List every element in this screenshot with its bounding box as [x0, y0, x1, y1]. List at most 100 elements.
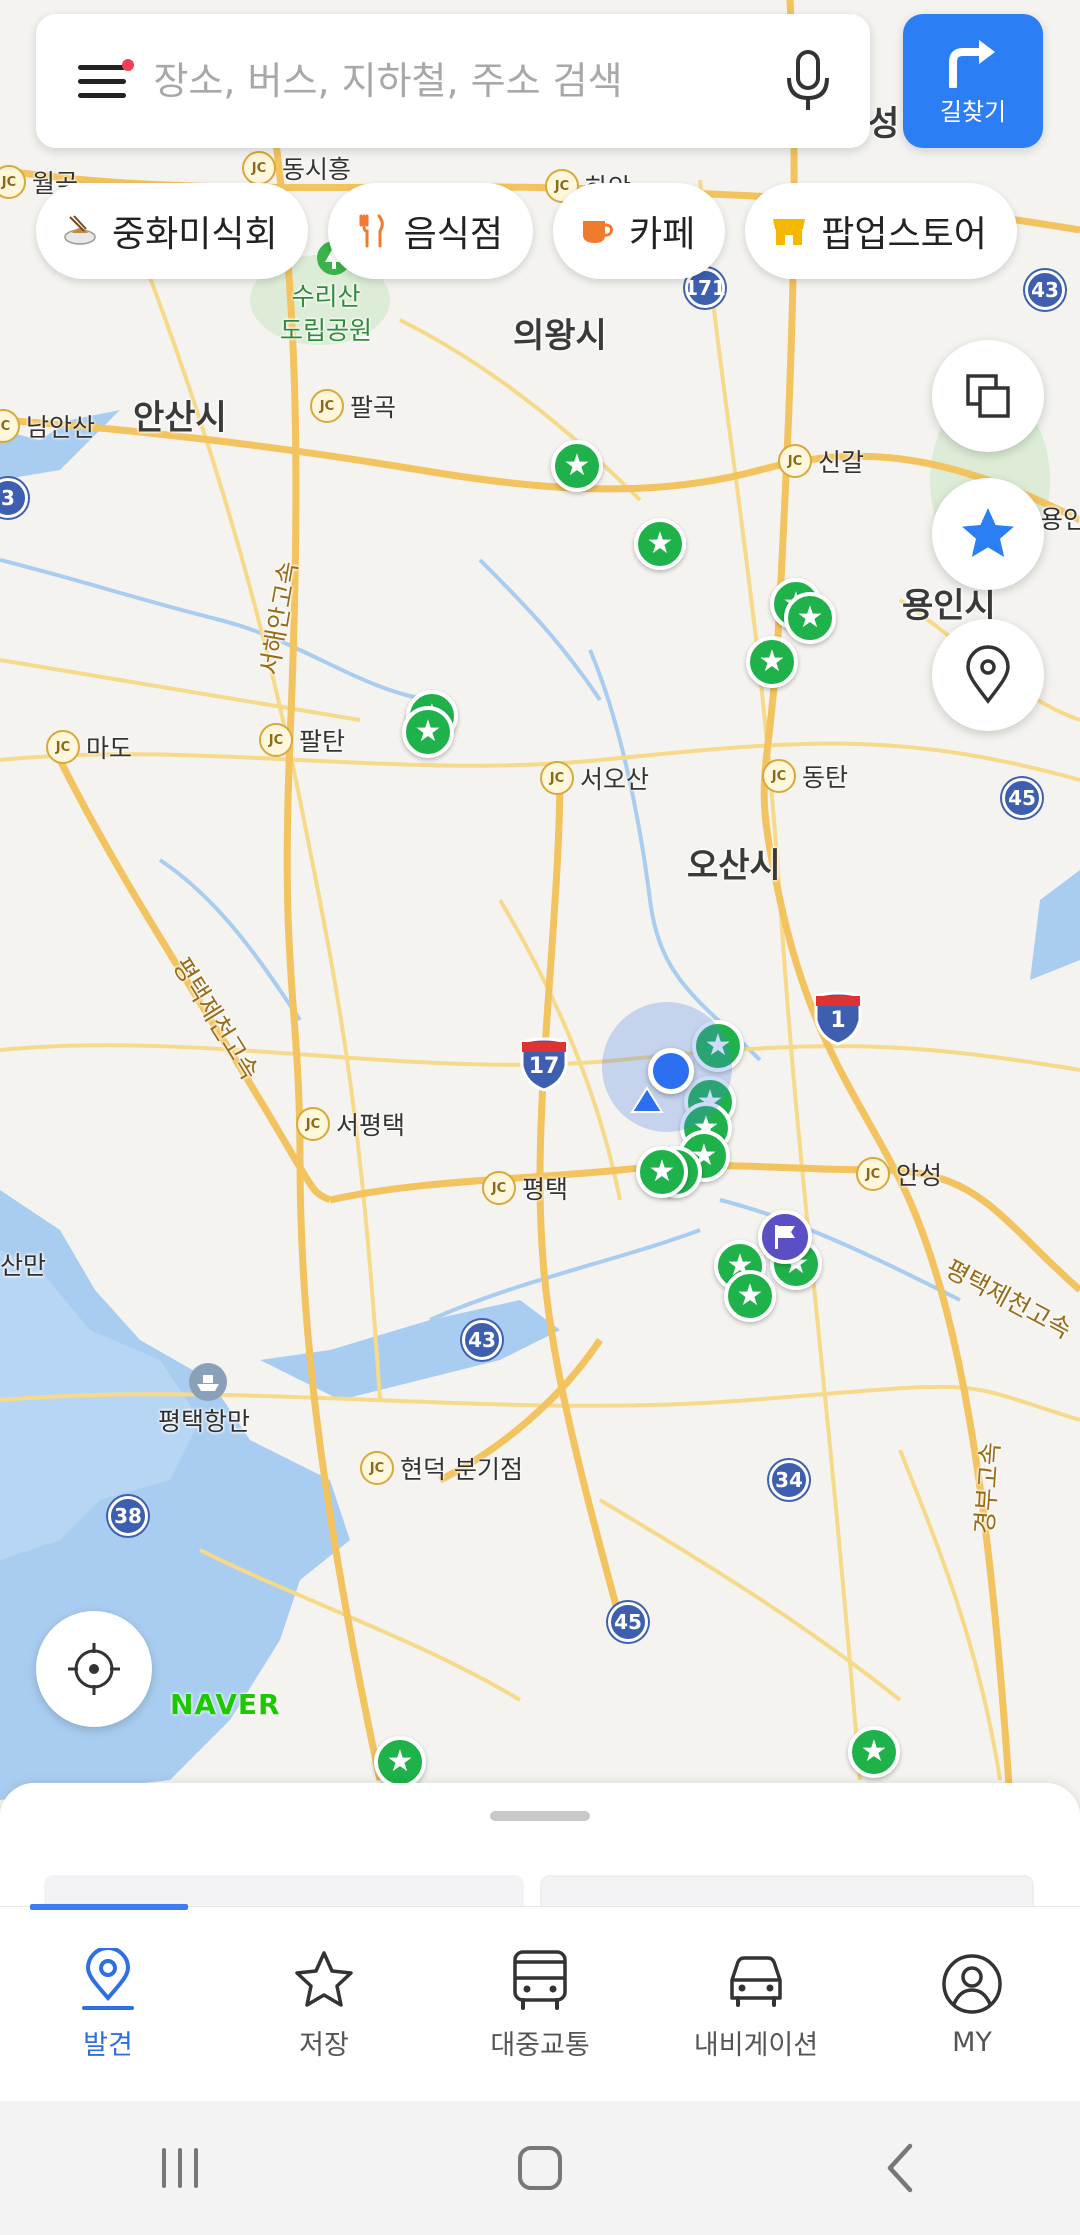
system-navigation-bar	[0, 2101, 1080, 2235]
city-label: 오산시	[687, 846, 781, 886]
menu-icon	[78, 64, 126, 70]
layers-button[interactable]	[932, 340, 1044, 452]
junction-marker[interactable]: JC 서오산	[540, 760, 649, 796]
chip-chinese-food[interactable]: 중화미식회	[36, 183, 308, 279]
jc-badge: JC	[778, 444, 812, 478]
junction-marker[interactable]: JC 마도	[46, 729, 132, 765]
jc-badge: JC	[242, 151, 276, 185]
junction-marker[interactable]: JC 동시흥	[242, 150, 351, 186]
star-outline-icon	[291, 1947, 357, 2013]
voice-search-button[interactable]	[769, 41, 848, 121]
jc-badge: JC	[296, 1107, 330, 1141]
jc-badge: JC	[310, 389, 344, 423]
chip-popup-store[interactable]: 팝업스토어	[745, 183, 1017, 279]
back-button[interactable]	[840, 2118, 960, 2218]
star-icon	[962, 508, 1014, 557]
tab-transit[interactable]: 대중교통	[432, 1907, 648, 2101]
map-pin-icon	[966, 645, 1010, 704]
flag-marker[interactable]	[758, 1210, 812, 1264]
jc-badge: JC	[259, 723, 293, 757]
ship-icon	[189, 1363, 227, 1401]
junction-marker[interactable]: JC 팔탄	[259, 722, 345, 758]
chip-cafe[interactable]: 카페	[552, 183, 726, 279]
jc-badge: JC	[482, 1171, 516, 1205]
place-name: 팔곡	[350, 393, 397, 422]
flag-icon	[775, 1225, 795, 1249]
bus-icon	[507, 1947, 573, 2013]
tab-my[interactable]: MY	[864, 1907, 1080, 2101]
place-name: 평택	[522, 1175, 569, 1204]
chip-label: 중화미식회	[112, 214, 278, 255]
park-name: 수리산	[291, 282, 361, 311]
interstate-number: 1	[830, 1008, 846, 1033]
saved-place-pin[interactable]: ★	[551, 440, 603, 492]
route-shield: 43	[462, 1320, 502, 1360]
chip-label: 카페	[628, 214, 696, 255]
park-label: 수리산 도립공원	[280, 280, 372, 348]
favorites-button[interactable]	[932, 478, 1044, 590]
junction-marker[interactable]: JC 동탄	[762, 758, 848, 794]
junction-marker[interactable]: JC 평택	[482, 1170, 568, 1206]
tab-label: 발견	[83, 2029, 133, 2061]
jc-badge: JC	[0, 409, 20, 443]
bottom-sheet[interactable]	[0, 1783, 1080, 1915]
recent-apps-icon	[162, 2148, 198, 2188]
place-name: 동시흥	[282, 155, 352, 184]
store-icon	[771, 213, 807, 249]
place-name: 산만	[0, 1251, 47, 1280]
menu-button[interactable]	[66, 41, 145, 121]
tab-label: 저장	[299, 2029, 349, 2061]
interstate-number: 17	[528, 1054, 560, 1079]
jc-badge: JC	[0, 165, 26, 199]
place-marker-button[interactable]	[932, 619, 1044, 731]
tab-label: 대중교통	[490, 2029, 590, 2061]
junction-marker[interactable]: JC 서평택	[296, 1106, 405, 1142]
junction-marker[interactable]: JC남안산	[0, 408, 95, 444]
place-name: 동탄	[802, 763, 849, 792]
city-label: 안산시	[133, 398, 227, 438]
directions-button[interactable]: 길찾기	[903, 14, 1043, 148]
jc-badge: JC	[360, 1451, 394, 1485]
dish-icon	[62, 213, 98, 249]
chip-restaurant[interactable]: 음식점	[327, 183, 533, 279]
tab-navigation[interactable]: 내비게이션	[648, 1907, 864, 2101]
junction-marker[interactable]: JC 신갈	[778, 443, 864, 479]
sheet-drag-handle[interactable]	[490, 1811, 590, 1821]
interstate-shield: 1	[810, 990, 866, 1046]
park-name: 도립공원	[280, 316, 373, 345]
naver-logo: NAVER	[170, 1688, 281, 1721]
junction-marker[interactable]: JC 팔곡	[310, 388, 396, 424]
junction-marker[interactable]: JC 안성	[856, 1156, 942, 1192]
saved-place-pin[interactable]: ★	[746, 636, 798, 688]
interstate-shield: 17	[516, 1036, 572, 1092]
saved-place-pin[interactable]: ★	[784, 592, 836, 644]
home-button[interactable]	[480, 2118, 600, 2218]
menu-icon-bar	[78, 78, 126, 84]
directions-label: 길찾기	[939, 97, 1007, 126]
place-name: 현덕 분기점	[400, 1455, 523, 1484]
saved-place-pin[interactable]: ★	[374, 1736, 426, 1788]
saved-place-pin[interactable]: ★	[636, 1146, 688, 1198]
my-location-button[interactable]	[36, 1611, 152, 1727]
tab-label: MY	[952, 2026, 992, 2058]
location-pin-icon	[75, 1947, 141, 2013]
saved-place-pin[interactable]: ★	[634, 518, 686, 570]
recent-apps-button[interactable]	[120, 2118, 240, 2218]
junction-marker[interactable]: JC 현덕 분기점	[360, 1450, 523, 1486]
chip-label: 팝업스토어	[821, 214, 987, 255]
tab-discover[interactable]: 발견	[0, 1907, 216, 2101]
saved-place-pin[interactable]: ★	[402, 706, 454, 758]
saved-place-pin[interactable]: ★	[724, 1270, 776, 1322]
search-input[interactable]	[153, 59, 769, 103]
tab-saved[interactable]: 저장	[216, 1907, 432, 2101]
jc-badge: JC	[46, 730, 80, 764]
search-bar[interactable]	[36, 14, 870, 148]
microphone-icon	[787, 50, 830, 110]
notification-dot	[122, 59, 134, 71]
place-name: 남안산	[26, 413, 96, 442]
jc-badge: JC	[762, 759, 796, 793]
chip-label: 음식점	[403, 214, 503, 255]
saved-place-pin[interactable]: ★	[848, 1726, 900, 1778]
jc-badge: JC	[540, 761, 574, 795]
place-name: 서오산	[580, 765, 650, 794]
